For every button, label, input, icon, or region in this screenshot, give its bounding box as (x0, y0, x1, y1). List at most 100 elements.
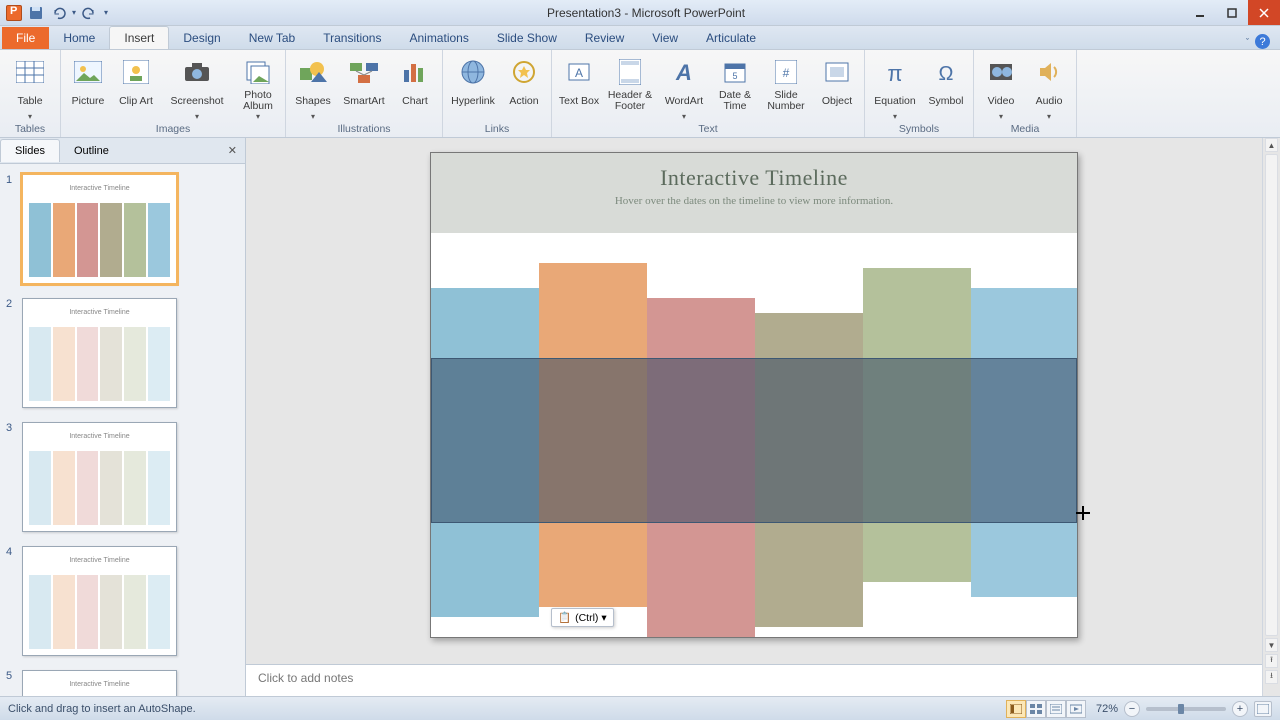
textbox-button[interactable]: A Text Box (556, 53, 602, 112)
group-text: A Text Box Header & Footer A WordArt ▾ 5… (552, 50, 865, 137)
thumb-number: 3 (6, 422, 16, 532)
help-icon[interactable]: ? (1255, 34, 1270, 49)
audio-button[interactable]: Audio ▾ (1026, 53, 1072, 121)
screenshot-button[interactable]: Screenshot ▾ (161, 53, 233, 121)
picture-button[interactable]: Picture (65, 53, 111, 112)
view-reading-button[interactable] (1046, 700, 1066, 718)
wordart-button[interactable]: A WordArt ▾ (658, 53, 710, 121)
photo-album-icon (242, 56, 274, 88)
symbol-button[interactable]: Ω Symbol (923, 53, 969, 112)
undo-dropdown-icon[interactable]: ▾ (72, 8, 76, 17)
shapes-button[interactable]: Shapes ▾ (290, 53, 336, 121)
table-icon (14, 56, 46, 88)
slide-thumbnail[interactable]: 2 Interactive Timeline (6, 298, 235, 408)
save-icon[interactable] (28, 5, 44, 21)
slide-number-button[interactable]: # Slide Number (760, 53, 812, 112)
undo-icon[interactable] (50, 5, 66, 21)
scroll-down-icon[interactable]: ▼ (1265, 638, 1278, 652)
group-label: Symbols (869, 121, 969, 137)
powerpoint-icon (6, 5, 22, 21)
thumb-number: 1 (6, 174, 16, 284)
table-button[interactable]: Table ▾ (4, 53, 56, 121)
equation-button[interactable]: π Equation ▾ (869, 53, 921, 121)
smartart-button[interactable]: SmartArt (338, 53, 390, 112)
scroll-track[interactable] (1265, 154, 1278, 636)
quick-access-toolbar: ▾ ▾ (0, 5, 108, 21)
svg-text:A: A (675, 60, 692, 84)
tab-design[interactable]: Design (169, 27, 234, 49)
group-media: Video ▾ Audio ▾ Media (974, 50, 1077, 137)
svg-text:π: π (887, 61, 902, 84)
group-label: Media (978, 121, 1072, 137)
tab-animations[interactable]: Animations (395, 27, 482, 49)
slide-thumbnail[interactable]: 5 Interactive Timeline (6, 670, 235, 696)
fit-window-button[interactable] (1254, 701, 1272, 717)
svg-text:5: 5 (732, 71, 737, 81)
view-slideshow-button[interactable] (1066, 700, 1086, 718)
next-slide-icon[interactable]: ⭳ (1265, 670, 1278, 684)
slide-thumbnail[interactable]: 4 Interactive Timeline (6, 546, 235, 656)
ribbon-tabs: File Home Insert Design New Tab Transiti… (0, 26, 1280, 50)
wordart-icon: A (668, 56, 700, 88)
tab-new-tab[interactable]: New Tab (235, 27, 309, 49)
scroll-up-icon[interactable]: ▲ (1265, 138, 1278, 152)
date-time-button[interactable]: 5 Date & Time (712, 53, 758, 112)
tab-slides[interactable]: Slides (0, 139, 60, 162)
header-footer-button[interactable]: Header & Footer (604, 53, 656, 112)
svg-text:#: # (783, 66, 790, 80)
clipboard-icon: 📋 (558, 611, 571, 624)
object-button[interactable]: Object (814, 53, 860, 112)
drawn-rectangle[interactable] (431, 358, 1077, 523)
document-title: Presentation3 - Microsoft PowerPoint (108, 6, 1184, 20)
tab-file[interactable]: File (2, 27, 49, 49)
zoom-slider[interactable] (1146, 707, 1226, 711)
object-icon (821, 56, 853, 88)
status-bar: Click and drag to insert an AutoShape. 7… (0, 696, 1280, 720)
close-pane-icon[interactable]: ✕ (220, 144, 245, 157)
clipart-button[interactable]: Clip Art (113, 53, 159, 112)
paste-options-flyout[interactable]: 📋 (Ctrl) ▾ (551, 608, 614, 627)
zoom-out-button[interactable]: − (1124, 701, 1140, 717)
collapse-ribbon-icon[interactable]: ˇ (1246, 37, 1249, 47)
maximize-button[interactable] (1216, 0, 1248, 25)
view-sorter-button[interactable] (1026, 700, 1046, 718)
chart-icon (399, 56, 431, 88)
tab-review[interactable]: Review (571, 27, 638, 49)
tab-home[interactable]: Home (49, 27, 109, 49)
chart-button[interactable]: Chart (392, 53, 438, 112)
group-links: Hyperlink Action Links (443, 50, 552, 137)
video-button[interactable]: Video ▾ (978, 53, 1024, 121)
zoom-in-button[interactable]: + (1232, 701, 1248, 717)
group-label: Text (556, 121, 860, 137)
vertical-scrollbar[interactable]: ▲ ▼ ⭱ ⭳ (1262, 138, 1280, 696)
slide-panel: Slides Outline ✕ 1 Interactive Timeline … (0, 138, 246, 696)
chevron-down-icon: ▾ (28, 112, 32, 121)
notes-pane[interactable]: Click to add notes (246, 664, 1262, 696)
slide-canvas[interactable]: Interactive Timeline Hover over the date… (430, 152, 1078, 638)
thumb-number: 5 (6, 670, 16, 696)
tab-insert[interactable]: Insert (109, 26, 169, 49)
slide-thumbnail[interactable]: 3 Interactive Timeline (6, 422, 235, 532)
view-normal-button[interactable] (1006, 700, 1026, 718)
tab-transitions[interactable]: Transitions (309, 27, 395, 49)
prev-slide-icon[interactable]: ⭱ (1265, 654, 1278, 668)
pi-icon: π (879, 56, 911, 88)
action-button[interactable]: Action (501, 53, 547, 112)
slide-thumbnail[interactable]: 1 Interactive Timeline (6, 174, 235, 284)
photo-album-button[interactable]: Photo Album ▾ (235, 53, 281, 121)
globe-icon (457, 56, 489, 88)
tab-slide-show[interactable]: Slide Show (483, 27, 571, 49)
tab-outline[interactable]: Outline (60, 140, 123, 162)
action-icon (508, 56, 540, 88)
zoom-pct[interactable]: 72% (1096, 703, 1118, 715)
close-button[interactable] (1248, 0, 1280, 25)
redo-icon[interactable] (82, 5, 98, 21)
smartart-icon (348, 56, 380, 88)
minimize-button[interactable] (1184, 0, 1216, 25)
slide-editor: Interactive Timeline Hover over the date… (246, 138, 1262, 696)
textbox-icon: A (563, 56, 595, 88)
tab-articulate[interactable]: Articulate (692, 27, 770, 49)
tab-view[interactable]: View (638, 27, 692, 49)
ribbon: Table ▾ Tables Picture Clip Art Screensh… (0, 50, 1280, 138)
hyperlink-button[interactable]: Hyperlink (447, 53, 499, 112)
